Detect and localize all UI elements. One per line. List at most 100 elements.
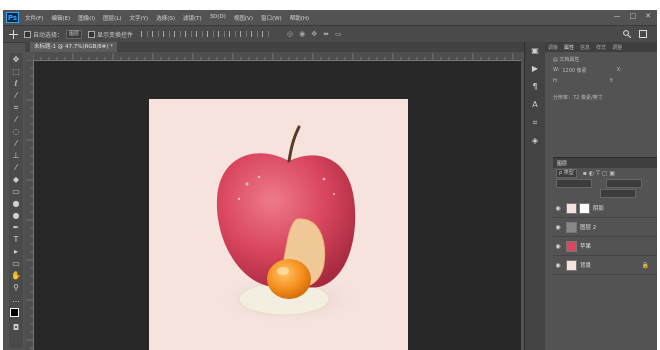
hand-tool-icon[interactable]: ✋ — [11, 271, 21, 281]
opacity-field[interactable] — [606, 179, 642, 188]
menu-help[interactable]: 帮助(H) — [290, 14, 309, 22]
3d-drag-icon[interactable]: ✥ — [311, 30, 317, 38]
distribute-middle-icon[interactable] — [218, 31, 226, 37]
3d-icon[interactable]: ◈ — [529, 136, 541, 146]
shape-tool-icon[interactable]: ▭ — [11, 259, 21, 269]
gradient-tool-icon[interactable]: ▭ — [11, 187, 21, 197]
layer-thumbnail — [566, 259, 577, 271]
menu-select[interactable]: 选择(S) — [156, 14, 175, 22]
menu-layer[interactable]: 图层(L) — [103, 14, 121, 22]
eye-icon[interactable]: ◉ — [553, 243, 563, 250]
height-row: H: Y: — [553, 78, 657, 84]
history-brush-tool-icon[interactable]: ⁄ — [11, 163, 21, 173]
stamp-tool-icon[interactable]: ⊥ — [11, 151, 21, 161]
adjust-icon[interactable]: ⌗ — [529, 118, 541, 128]
auto-select-group: 自动选择： 图层 — [24, 29, 83, 39]
layer-row-apple[interactable]: ◉ 苹果 — [553, 237, 657, 256]
align-right-icon[interactable] — [196, 31, 204, 37]
dodge-tool-icon[interactable]: ● — [11, 211, 21, 221]
magic-wand-tool-icon[interactable]: ⁄ — [11, 91, 21, 101]
align-center-icon[interactable] — [185, 31, 193, 37]
eyedropper-tool-icon[interactable]: ⁄ — [11, 115, 21, 125]
menu-edit[interactable]: 编辑(E) — [51, 14, 70, 22]
layer-mask-thumbnail[interactable] — [579, 202, 590, 214]
paragraph-icon[interactable]: ¶ — [529, 82, 541, 92]
document-tab[interactable]: 未标题-1 @ 47.7%(RGB/8#) * — [30, 42, 118, 52]
menu-file[interactable]: 文件(F) — [25, 14, 43, 22]
menu-3d[interactable]: 3D(D) — [210, 14, 226, 22]
tab-info[interactable]: 信息 — [580, 44, 590, 51]
width-value[interactable]: 1200 像素 — [562, 67, 586, 74]
crop-tool-icon[interactable]: ⌗ — [11, 103, 21, 113]
eraser-tool-icon[interactable]: ◆ — [11, 175, 21, 185]
maximize-button[interactable]: □ — [630, 12, 637, 20]
auto-select-dropdown[interactable]: 图层 — [66, 29, 83, 39]
menu-type[interactable]: 文字(Y) — [130, 14, 149, 22]
menu-filter[interactable]: 滤镜(T) — [183, 14, 202, 22]
show-transform-checkbox[interactable] — [88, 30, 96, 38]
brush-tool-icon[interactable]: ⁄ — [11, 139, 21, 149]
tab-layers[interactable]: 图层 — [557, 160, 567, 167]
align-middle-icon[interactable] — [152, 31, 160, 37]
distribute-center-icon[interactable] — [251, 31, 259, 37]
apple-egg-artwork — [209, 125, 369, 327]
zoom-tool-icon[interactable]: ⚲ — [11, 283, 21, 293]
eye-icon[interactable]: ◉ — [553, 205, 563, 212]
move-tool-icon[interactable]: ✥ — [11, 55, 21, 65]
distribute-left-icon[interactable] — [240, 31, 248, 37]
lock-icon[interactable]: 🔒 — [642, 262, 649, 269]
minimize-button[interactable]: — — [614, 12, 621, 20]
foreground-color-swatch[interactable] — [10, 308, 19, 317]
distribute-bottom-icon[interactable] — [229, 31, 237, 37]
3d-rotate-icon[interactable]: ◎ — [287, 30, 293, 38]
layer-filter-dropdown[interactable]: ρ 类型 — [556, 169, 577, 178]
history-icon[interactable]: ▣ — [529, 46, 541, 56]
filter-icons[interactable]: ▪◐T▢▣ — [583, 170, 617, 177]
align-top-icon[interactable] — [141, 31, 149, 37]
quick-mask-icon[interactable]: ◘ — [11, 323, 21, 333]
menu-window[interactable]: 窗口(W) — [261, 14, 282, 22]
3d-roll-icon[interactable]: ◉ — [299, 30, 305, 38]
eye-icon[interactable]: ◉ — [553, 224, 563, 231]
distribute-right-icon[interactable] — [262, 31, 270, 37]
3d-scale-icon[interactable]: ▭ — [335, 30, 342, 38]
layer-row-background[interactable]: ◉ 背景 🔒 — [553, 256, 657, 275]
lasso-tool-icon[interactable]: ℓ — [11, 79, 21, 89]
distribute-top-icon[interactable] — [207, 31, 215, 37]
fill-field[interactable] — [600, 189, 636, 198]
blur-tool-icon[interactable]: ● — [11, 199, 21, 209]
tab-adjustments[interactable]: 调整 — [612, 44, 622, 51]
more-tools-icon[interactable]: … — [11, 295, 21, 305]
pen-tool-icon[interactable]: ✒ — [11, 223, 21, 233]
align-left-icon[interactable] — [174, 31, 182, 37]
menu-image[interactable]: 图像(I) — [78, 14, 95, 22]
search-icon[interactable] — [623, 30, 631, 38]
menu-view[interactable]: 视图(V) — [234, 14, 253, 22]
actions-icon[interactable]: ▶ — [529, 64, 541, 74]
document-canvas[interactable] — [149, 99, 408, 350]
type-tool-icon[interactable]: T — [11, 235, 21, 245]
blend-mode-dropdown[interactable] — [556, 179, 592, 188]
tab-swatches[interactable]: 调板 — [548, 44, 558, 51]
horizontal-ruler-ticks — [32, 53, 514, 60]
canvas-area[interactable] — [34, 61, 521, 350]
tab-properties[interactable]: 属性 — [564, 44, 574, 51]
menu-bar: Ps 文件(F) 编辑(E) 图像(I) 图层(L) 文字(Y) 选择(S) 滤… — [3, 10, 657, 25]
align-buttons — [141, 31, 273, 37]
eye-icon[interactable]: ◉ — [553, 262, 563, 269]
character-icon[interactable]: A — [529, 100, 541, 110]
healing-tool-icon[interactable]: ◌ — [11, 127, 21, 137]
path-select-tool-icon[interactable]: ▸ — [11, 247, 21, 257]
3d-slide-icon[interactable]: ⬌ — [323, 30, 329, 38]
workspace-icon[interactable] — [639, 30, 647, 38]
align-bottom-icon[interactable] — [163, 31, 171, 37]
marquee-tool-icon[interactable]: ⬚ — [11, 67, 21, 77]
color-swatches[interactable] — [9, 307, 23, 321]
apple-stem — [287, 125, 301, 163]
move-tool-preset[interactable] — [9, 29, 18, 39]
close-button[interactable]: ✕ — [645, 12, 651, 20]
layer-row-shadow[interactable]: ◉ 阴影 — [553, 199, 657, 218]
auto-select-checkbox[interactable] — [24, 30, 31, 38]
tab-styles[interactable]: 样式 — [596, 44, 606, 51]
layer-row-layer2[interactable]: ◉ 图层 2 — [553, 218, 657, 237]
